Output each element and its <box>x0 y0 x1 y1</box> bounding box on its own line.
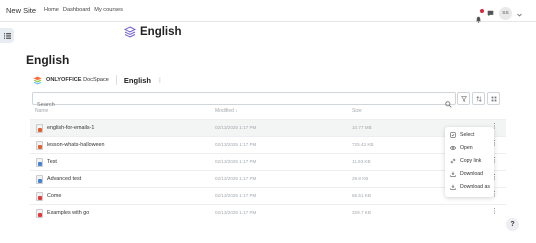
main-nav: Home Dashboard My courses <box>44 7 123 13</box>
table-row[interactable]: Test 02/13/2025 1:17 PM 11.93 KB ⋮ <box>30 153 506 170</box>
file-modified: 02/13/2025 1:17 PM <box>215 210 257 215</box>
list-icon <box>3 32 11 39</box>
table-row[interactable]: Come 02/13/2025 1:17 PM 65.51 KB ⋮ <box>30 187 506 204</box>
file-name[interactable]: Test <box>47 159 57 165</box>
help-button[interactable]: ? <box>506 218 519 231</box>
docspace-header: ONLYOFFICE DocSpace English ⋮ <box>33 75 163 85</box>
file-modified: 02/13/2025 1:17 PM <box>215 176 257 181</box>
menu-item-download-as[interactable]: Download as <box>450 184 490 190</box>
file-name[interactable]: Come <box>47 193 61 199</box>
notification-badge <box>480 8 484 13</box>
file-name[interactable]: english-for-emails-1 <box>47 125 94 131</box>
context-menu: Select Open Copy link Download Download … <box>445 127 494 197</box>
docspace-logo: ONLYOFFICE DocSpace <box>46 77 109 83</box>
pdf-file-icon <box>36 192 43 201</box>
onlyoffice-logo-icon <box>33 75 42 85</box>
user-avatar[interactable]: SS <box>499 6 512 20</box>
notifications-bell-icon[interactable] <box>475 8 484 23</box>
document-file-icon <box>36 158 43 167</box>
menu-item-download[interactable]: Download <box>450 171 483 177</box>
column-header-name[interactable]: Name <box>35 108 48 114</box>
course-header: English <box>124 26 182 38</box>
filter-button[interactable] <box>457 92 470 105</box>
search-bar <box>32 92 456 111</box>
user-menu-chevron-down-icon[interactable] <box>517 4 522 22</box>
grid-view-icon <box>491 96 496 101</box>
file-size: 65.51 KB <box>352 193 371 198</box>
site-name[interactable]: New Site <box>6 6 36 15</box>
menu-item-copy-link[interactable]: Copy link <box>450 158 481 164</box>
nav-my-courses[interactable]: My courses <box>94 7 123 13</box>
menu-item-open[interactable]: Open <box>450 145 473 151</box>
eye-icon <box>450 146 456 150</box>
folder-title: English <box>123 75 152 85</box>
divider <box>115 75 117 85</box>
user-tools: SS <box>475 4 522 23</box>
file-modified: 02/13/2025 1:17 PM <box>215 142 257 147</box>
course-title: English <box>140 26 182 38</box>
download-icon <box>450 171 456 177</box>
file-size: 329.7 KB <box>352 210 371 215</box>
table-row[interactable]: english-for-emails-1 02/13/2025 1:17 PM … <box>30 119 506 136</box>
link-icon <box>450 158 456 164</box>
column-header-modified[interactable]: Modified ↓ <box>215 108 238 114</box>
file-modified: 02/13/2025 1:17 PM <box>215 193 257 198</box>
table-row[interactable]: lesson-whats-halloween 02/13/2025 1:17 P… <box>30 136 506 153</box>
table-row[interactable]: Examples with go 02/13/2025 1:17 PM 329.… <box>30 204 506 221</box>
file-name[interactable]: Advanced test <box>47 176 81 182</box>
row-more-icon[interactable]: ⋮ <box>491 208 498 215</box>
presentation-file-icon <box>36 141 43 150</box>
file-name[interactable]: lesson-whats-halloween <box>47 142 105 148</box>
nav-dashboard[interactable]: Dashboard <box>63 7 90 13</box>
table-row[interactable]: Advanced test 02/13/2025 1:17 PM 29.8 KB… <box>30 170 506 187</box>
page-title: English <box>26 53 70 67</box>
view-toggle-button[interactable] <box>487 92 500 105</box>
sort-icon <box>475 95 482 102</box>
layers-icon <box>124 26 136 38</box>
checkbox-icon <box>450 132 456 138</box>
messages-icon[interactable] <box>487 4 494 22</box>
search-icon[interactable] <box>445 95 452 113</box>
column-header-size[interactable]: Size <box>352 108 362 114</box>
file-size: 29.8 KB <box>352 176 369 181</box>
presentation-file-icon <box>36 124 43 133</box>
course-index-toggle-button[interactable] <box>0 28 14 43</box>
folder-more-icon[interactable]: ⋮ <box>157 77 163 84</box>
file-size: 725.42 KB <box>352 142 374 147</box>
sort-button[interactable] <box>472 92 485 105</box>
file-size: 11.93 KB <box>352 159 371 164</box>
menu-item-select[interactable]: Select <box>450 132 474 138</box>
file-name[interactable]: Examples with go <box>47 210 89 216</box>
nav-home[interactable]: Home <box>44 7 59 13</box>
download-as-icon <box>450 184 456 190</box>
file-size: 10.77 MB <box>352 125 372 130</box>
pdf-file-icon <box>36 209 43 218</box>
filter-icon <box>460 95 467 102</box>
file-modified: 02/13/2025 1:17 PM <box>215 125 257 130</box>
top-navbar: New Site Home Dashboard My courses SS <box>0 0 536 23</box>
document-file-icon <box>36 175 43 184</box>
file-modified: 02/13/2025 1:17 PM <box>215 159 257 164</box>
